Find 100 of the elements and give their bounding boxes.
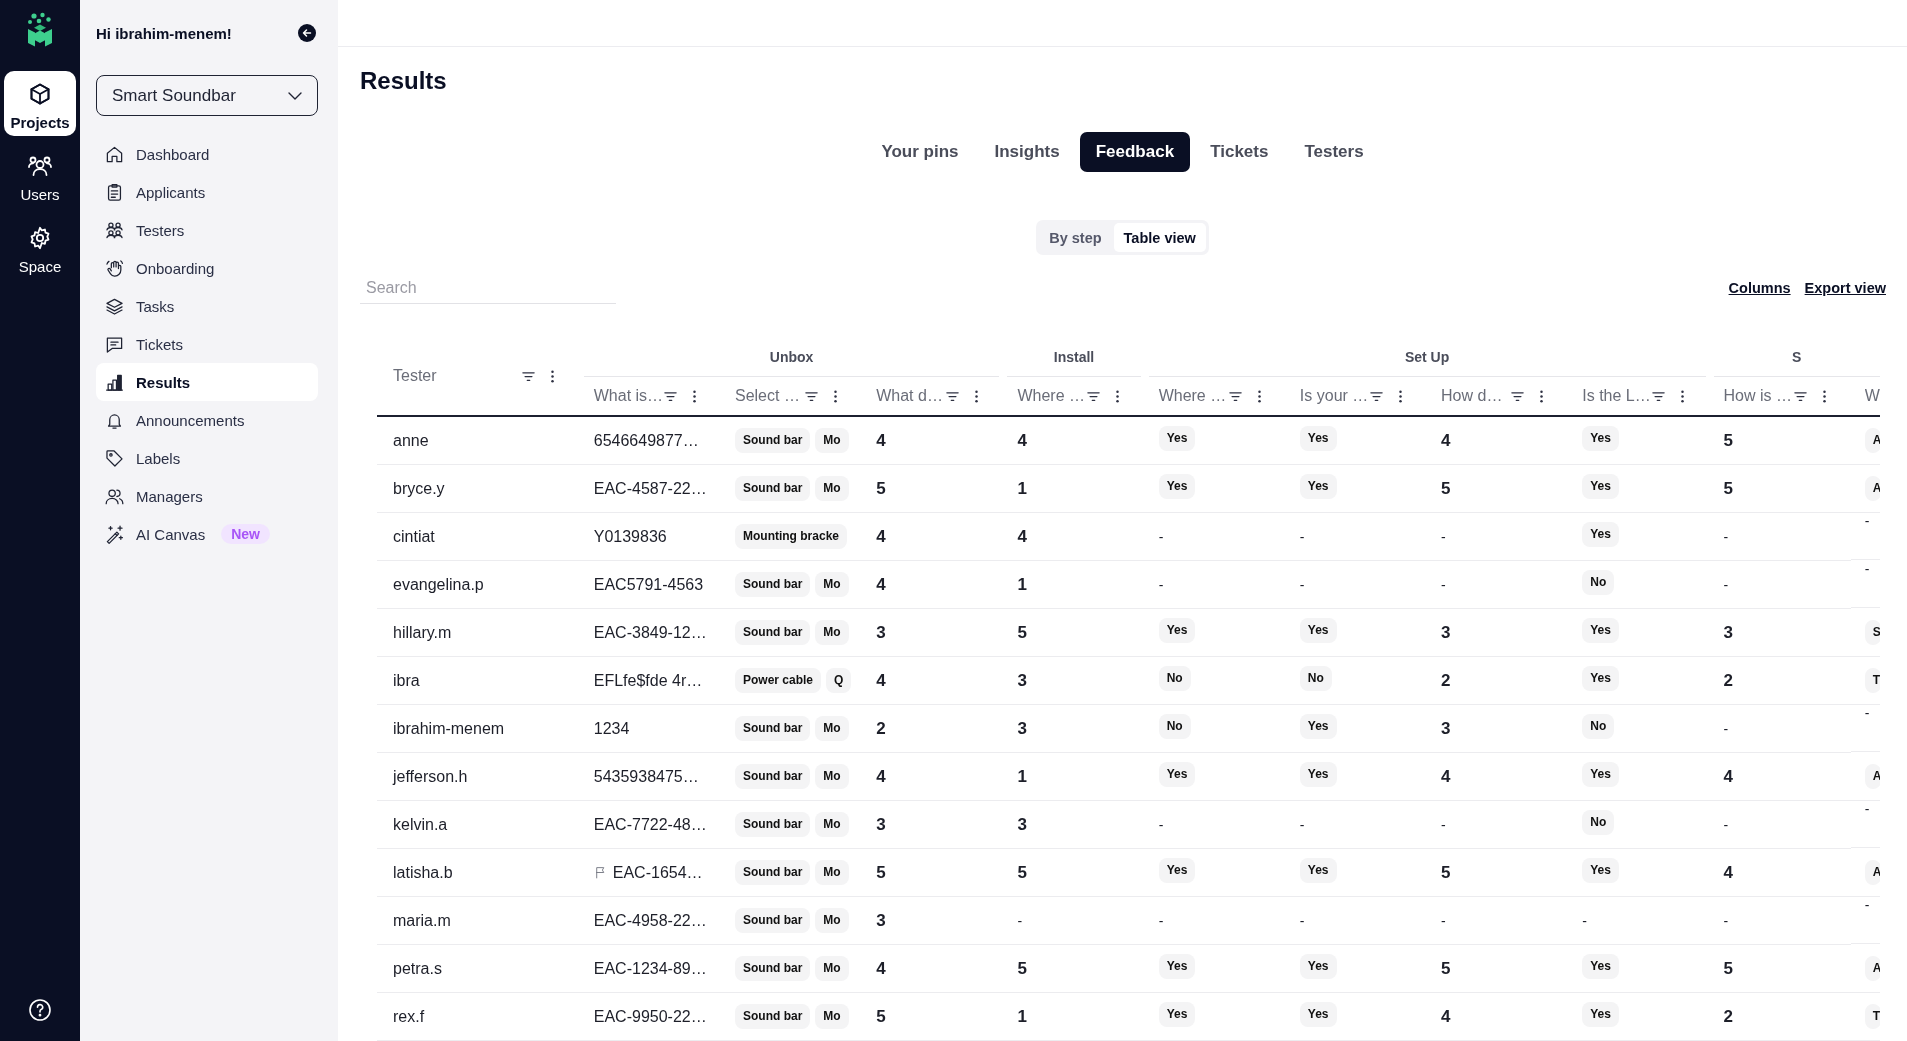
table-cell: -	[1850, 560, 1880, 608]
back-button[interactable]	[298, 24, 316, 42]
sidebar-item[interactable]: Tasks	[96, 287, 318, 325]
column-header: What d…	[876, 387, 944, 405]
view-option[interactable]: By step	[1039, 223, 1112, 252]
table-cell: 6546649877…	[579, 416, 721, 465]
table-cell: 3	[1003, 656, 1145, 705]
sidebar-item[interactable]: Labels	[96, 439, 318, 477]
help-icon[interactable]	[28, 998, 52, 1022]
answer-tag: Sound bar	[734, 428, 811, 453]
table-cell: -	[1709, 800, 1851, 849]
table-cell: hillary.m	[377, 608, 580, 657]
answer-tag: No	[1158, 714, 1191, 739]
table-cell: -	[1709, 896, 1851, 945]
sidebar-item[interactable]: Testers	[96, 211, 318, 249]
tab[interactable]: Insights	[978, 132, 1076, 172]
answer-tag: Mo	[815, 860, 849, 885]
table-cell: 3	[862, 896, 1004, 945]
answer-tag: Yes	[1299, 714, 1337, 739]
answer-tag: Mo	[815, 428, 849, 453]
table-cell: 4	[1427, 992, 1569, 1041]
table-cell: 3	[862, 608, 1004, 657]
bar-chart-icon	[105, 372, 124, 392]
table-cell: 3	[1709, 608, 1851, 657]
house-icon	[105, 144, 124, 164]
table-cell: EAC-1654…	[612, 863, 703, 882]
answer-tag: No	[1582, 810, 1615, 835]
table-cell: 3	[1003, 704, 1145, 753]
answer-tag: T	[1864, 668, 1880, 693]
cube-icon	[28, 82, 52, 106]
waving-hand-icon	[105, 258, 124, 278]
column-header: Where …	[1017, 387, 1086, 405]
table-cell: 4	[1709, 848, 1851, 897]
answer-tag: Sound bar	[734, 716, 811, 741]
sidebar-item[interactable]: Onboarding	[96, 249, 318, 287]
table-cell: jefferson.h	[377, 752, 580, 801]
table-cell: -	[1144, 512, 1286, 561]
table-cell: 5	[862, 848, 1004, 897]
answer-tag: Mounting bracke	[734, 524, 847, 549]
table-cell: ibrahim-menem	[377, 704, 580, 753]
tag-icon	[105, 448, 124, 468]
table-cell: anne	[377, 416, 580, 465]
sidebar-item[interactable]: Dashboard	[96, 135, 318, 173]
answer-tag: Yes	[1582, 954, 1619, 979]
sidebar-item[interactable]: Announcements	[96, 401, 318, 439]
column-header: Tester	[393, 367, 438, 385]
columns-link[interactable]: Columns	[1728, 280, 1791, 296]
answer-tag: Sound bar	[734, 620, 811, 645]
sidebar-item[interactable]: Managers	[96, 477, 318, 515]
nav-item[interactable]: Users	[4, 143, 76, 208]
answer-tag: Sound bar	[734, 572, 811, 597]
arrow-left-icon	[301, 27, 313, 39]
answer-tag: Yes	[1582, 474, 1619, 499]
answer-tag: Yes	[1299, 618, 1337, 643]
magic-wand-icon	[105, 524, 124, 544]
answer-tag: Yes	[1158, 1002, 1196, 1027]
table-cell: evangelina.p	[377, 560, 580, 609]
project-dropdown[interactable]: Smart Soundbar	[96, 75, 318, 116]
view-option[interactable]: Table view	[1113, 223, 1206, 252]
table-cell: 4	[1427, 416, 1569, 465]
column-header: Select …	[734, 387, 801, 405]
table-cell: -	[1850, 897, 1880, 944]
table-cell: maria.m	[377, 896, 580, 945]
table-cell: 4	[1003, 512, 1145, 561]
table-cell: 5	[1709, 944, 1851, 993]
answer-tag: Power cable	[734, 668, 821, 693]
table-cell: 5	[1427, 464, 1569, 513]
table-cell: -	[1850, 705, 1880, 752]
column-group-header: Set Up	[1148, 337, 1706, 377]
column-header: What is…	[593, 387, 664, 405]
table-cell: EAC-4958-22…	[579, 896, 721, 945]
sidebar-item[interactable]: Tickets	[96, 325, 318, 363]
table-cell: -	[1568, 896, 1710, 945]
tab[interactable]: Your pins	[865, 132, 975, 172]
table-cell: EAC5791-4563	[579, 560, 721, 609]
answer-tag: Sound bar	[734, 1004, 811, 1029]
tab[interactable]: Tickets	[1194, 132, 1285, 172]
tab[interactable]: Feedback	[1079, 132, 1191, 172]
sidebar-item[interactable]: Results	[96, 363, 318, 401]
table-cell: EAC-4587-22…	[579, 464, 721, 513]
nav-item[interactable]: Space	[4, 215, 76, 280]
answer-tag: Yes	[1158, 858, 1196, 883]
table-cell: 5	[1427, 848, 1569, 897]
table-cell: -	[1850, 801, 1880, 848]
table-cell: rex.f	[377, 992, 580, 1041]
table-cell: latisha.b	[377, 848, 580, 897]
table-cell: 4	[1709, 752, 1851, 801]
answer-tag: Mo	[815, 572, 849, 597]
sidebar-item[interactable]: AI Canvas New	[96, 515, 318, 553]
export-view-link[interactable]: Export view	[1804, 280, 1886, 296]
tab[interactable]: Testers	[1288, 132, 1380, 172]
answer-tag: Yes	[1158, 426, 1196, 451]
gear-icon	[28, 226, 52, 250]
table-cell: -	[1850, 513, 1880, 560]
nav-item[interactable]: Projects	[4, 71, 76, 136]
answer-tag: Yes	[1582, 858, 1619, 883]
sidebar-item[interactable]: Applicants	[96, 173, 318, 211]
answer-tag: No	[1158, 666, 1191, 691]
table-cell: 1	[1003, 560, 1145, 609]
table-cell: -	[1709, 704, 1851, 753]
